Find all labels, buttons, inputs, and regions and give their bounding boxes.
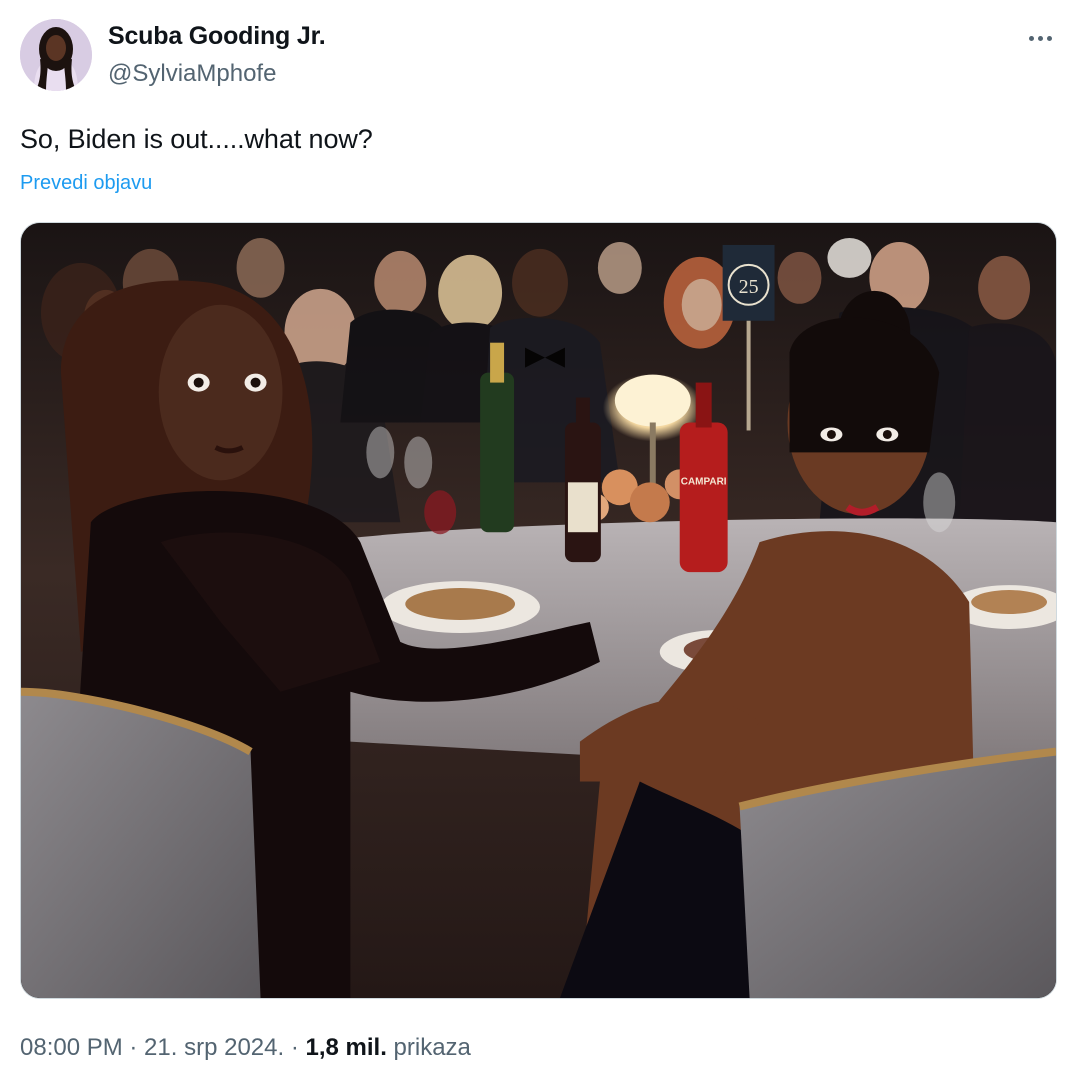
tweet-photo[interactable]: 25 CAMPARI xyxy=(20,222,1057,999)
bottle-label: CAMPARI xyxy=(681,476,727,487)
views-label: prikaza xyxy=(386,1034,471,1061)
more-horizontal-icon xyxy=(1028,35,1034,41)
author-display-name[interactable]: Scuba Gooding Jr. xyxy=(108,22,326,51)
views-count: 1,8 mil. xyxy=(305,1034,387,1061)
more-options-button[interactable] xyxy=(1020,24,1060,52)
translate-link[interactable]: Prevedi objavu xyxy=(20,172,152,195)
tweet-text: So, Biden is out.....what now? xyxy=(20,124,373,154)
meta-separator: · xyxy=(284,1034,306,1061)
table-number: 25 xyxy=(739,276,759,298)
tweet-meta: 08:00 PM · 21. srp 2024. · 1,8 mil. prik… xyxy=(20,1034,471,1062)
tweet-card: Scuba Gooding Jr. @SylviaMphofe So, Bide… xyxy=(0,0,1073,1080)
author-handle[interactable]: @SylviaMphofe xyxy=(108,60,276,88)
avatar[interactable] xyxy=(20,19,92,91)
tweet-timestamp[interactable]: 08:00 PM · 21. srp 2024. xyxy=(20,1034,284,1061)
